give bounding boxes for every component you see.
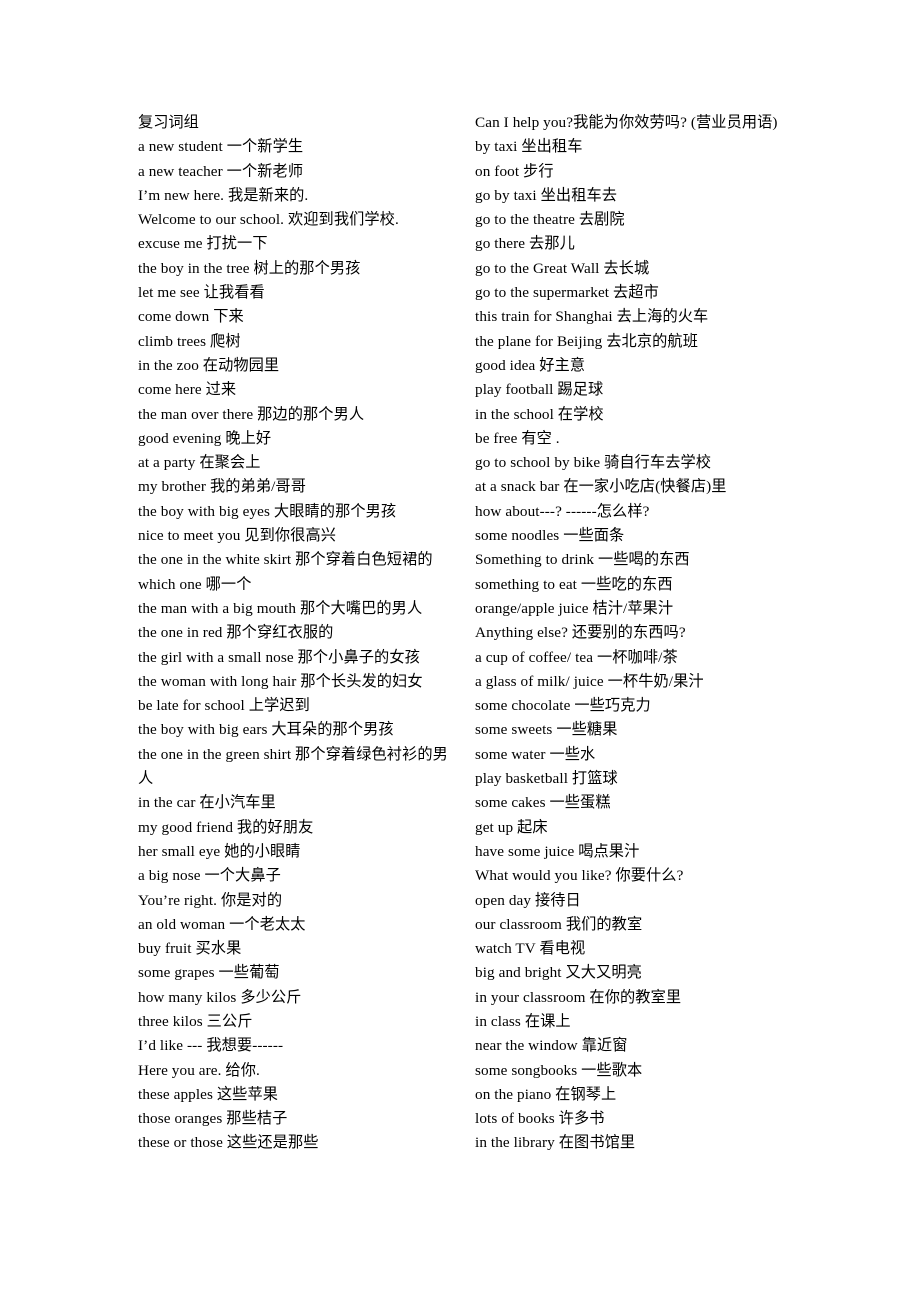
phrase-line: play football 踢足球 — [475, 381, 604, 399]
phrase-line: a cup of coffee/ tea 一杯咖啡/茶 — [475, 648, 678, 666]
phrase-line: let me see 让我看看 — [138, 284, 265, 302]
phrase-line: by taxi 坐出租车 — [475, 138, 583, 156]
phrase-line: a glass of milk/ juice 一杯牛奶/果汁 — [475, 672, 704, 690]
phrase-line: some water 一些水 — [475, 745, 596, 763]
phrase-line: those oranges 那些桔子 — [138, 1110, 288, 1128]
phrase-line: in class 在课上 — [475, 1012, 571, 1030]
phrase-line: What would you like? 你要什么? — [475, 867, 684, 885]
phrase-line: these apples 这些苹果 — [138, 1085, 279, 1103]
phrase-line: a big nose 一个大鼻子 — [138, 867, 281, 885]
phrase-line: some noodles 一些面条 — [475, 527, 625, 545]
phrase-line: go by taxi 坐出租车去 — [475, 186, 618, 204]
phrase-line: open day 接待日 — [475, 891, 581, 909]
phrase-line: good evening 晚上好 — [138, 429, 272, 447]
phrase-line: in the school 在学校 — [475, 405, 604, 423]
phrase-line: the one in the white skirt 那个穿着白色短裙的 — [138, 551, 433, 569]
phrase-line: the girl with a small nose 那个小鼻子的女孩 — [138, 648, 420, 666]
phrase-line: go to the Great Wall 去长城 — [475, 259, 650, 277]
phrase-line: be free 有空 . — [475, 429, 560, 447]
phrase-line: the woman with long hair 那个长头发的妇女 — [138, 672, 423, 690]
phrase-line: in the zoo 在动物园里 — [138, 356, 280, 374]
phrase-line: big and bright 又大又明亮 — [475, 964, 642, 982]
document-heading: 复习词组 — [138, 114, 199, 131]
phrase-line: Can I help you?我能为你效劳吗? (营业员用语) — [475, 114, 778, 131]
phrase-line: some grapes 一些葡萄 — [138, 964, 280, 982]
phrase-line: something to eat 一些吃的东西 — [475, 575, 673, 593]
phrase-line: the man with a big mouth 那个大嘴巴的男人 — [138, 599, 423, 617]
phrase-line: near the window 靠近窗 — [475, 1037, 628, 1055]
phrase-line: a new student 一个新学生 — [138, 138, 304, 156]
phrase-line: You’re right. 你是对的 — [138, 891, 283, 909]
phrase-line: orange/apple juice 桔汁/苹果汁 — [475, 599, 674, 617]
phrase-line: come down 下来 — [138, 308, 244, 326]
phrase-line: her small eye 她的小眼睛 — [138, 842, 301, 860]
phrase-line: the man over there 那边的那个男人 — [138, 405, 365, 423]
phrase-line: go to the supermarket 去超市 — [475, 284, 659, 302]
phrase-line: come here 过来 — [138, 381, 237, 399]
phrase-line: go there 去那儿 — [475, 235, 575, 253]
phrase-line: how about---? ------怎么样? — [475, 502, 650, 520]
phrase-line: go to school by bike 骑自行车去学校 — [475, 454, 712, 472]
phrase-line: on foot 步行 — [475, 162, 554, 180]
phrase-line: an old woman 一个老太太 — [138, 915, 306, 933]
phrase-line: nice to meet you 见到你很高兴 — [138, 527, 337, 545]
phrase-line: some chocolate 一些巧克力 — [475, 697, 651, 715]
phrase-line: excuse me 打扰一下 — [138, 235, 268, 253]
phrase-line: the one in red 那个穿红衣服的 — [138, 624, 334, 642]
phrase-line: Here you are. 给你. — [138, 1061, 260, 1079]
phrase-line: Welcome to our school. 欢迎到我们学校. — [138, 211, 399, 229]
phrase-line: our classroom 我们的教室 — [475, 915, 643, 933]
phrase-line: Anything else? 还要别的东西吗? — [475, 624, 686, 642]
phrase-line: at a snack bar 在一家小吃店(快餐店)里 — [475, 478, 727, 496]
right-column: Can I help you?我能为你效劳吗? (营业员用语) by taxi … — [475, 111, 793, 1156]
phrase-line: go to the theatre 去剧院 — [475, 211, 625, 229]
phrase-line: lots of books 许多书 — [475, 1110, 605, 1128]
phrase-line: I’m new here. 我是新来的. — [138, 186, 309, 204]
phrase-line: at a party 在聚会上 — [138, 454, 261, 472]
phrase-line: I’d like --- 我想要------ — [138, 1037, 284, 1055]
phrase-line: the boy with big eyes 大眼睛的那个男孩 — [138, 502, 397, 520]
left-column: 复习词组 a new student 一个新学生 a new teacher 一… — [138, 111, 456, 1156]
phrase-line: these or those 这些还是那些 — [138, 1134, 319, 1152]
phrase-line: some cakes 一些蛋糕 — [475, 794, 611, 812]
phrase-line: the boy in the tree 树上的那个男孩 — [138, 259, 361, 277]
phrase-line: the plane for Beijing 去北京的航班 — [475, 332, 698, 350]
phrase-line: watch TV 看电视 — [475, 940, 586, 958]
phrase-line: three kilos 三公斤 — [138, 1012, 253, 1030]
phrase-line: Something to drink 一些喝的东西 — [475, 551, 690, 569]
phrase-line: be late for school 上学迟到 — [138, 697, 310, 715]
document-page: 复习词组 a new student 一个新学生 a new teacher 一… — [0, 0, 920, 1302]
phrase-line: in the library 在图书馆里 — [475, 1134, 636, 1152]
phrase-line: in your classroom 在你的教室里 — [475, 988, 682, 1006]
phrase-line: on the piano 在钢琴上 — [475, 1085, 617, 1103]
phrase-line: this train for Shanghai 去上海的火车 — [475, 308, 709, 326]
phrase-line: climb trees 爬树 — [138, 332, 241, 350]
phrase-line: have some juice 喝点果汁 — [475, 842, 640, 860]
phrase-line: get up 起床 — [475, 818, 548, 836]
phrase-line: a new teacher 一个新老师 — [138, 162, 304, 180]
phrase-line: the boy with big ears 大耳朵的那个男孩 — [138, 721, 394, 739]
phrase-line: my good friend 我的好朋友 — [138, 818, 314, 836]
phrase-line: which one 哪一个 — [138, 575, 252, 593]
phrase-line: buy fruit 买水果 — [138, 940, 242, 958]
phrase-line: the one in the green shirt 那个穿着绿色衬衫的男人 — [138, 745, 448, 788]
phrase-line: my brother 我的弟弟/哥哥 — [138, 478, 307, 496]
phrase-line: in the car 在小汽车里 — [138, 794, 276, 812]
phrase-line: some songbooks 一些歌本 — [475, 1061, 643, 1079]
phrase-line: some sweets 一些糖果 — [475, 721, 618, 739]
phrase-line: how many kilos 多少公斤 — [138, 988, 302, 1006]
phrase-line: good idea 好主意 — [475, 356, 586, 374]
phrase-line: play basketball 打篮球 — [475, 770, 618, 788]
